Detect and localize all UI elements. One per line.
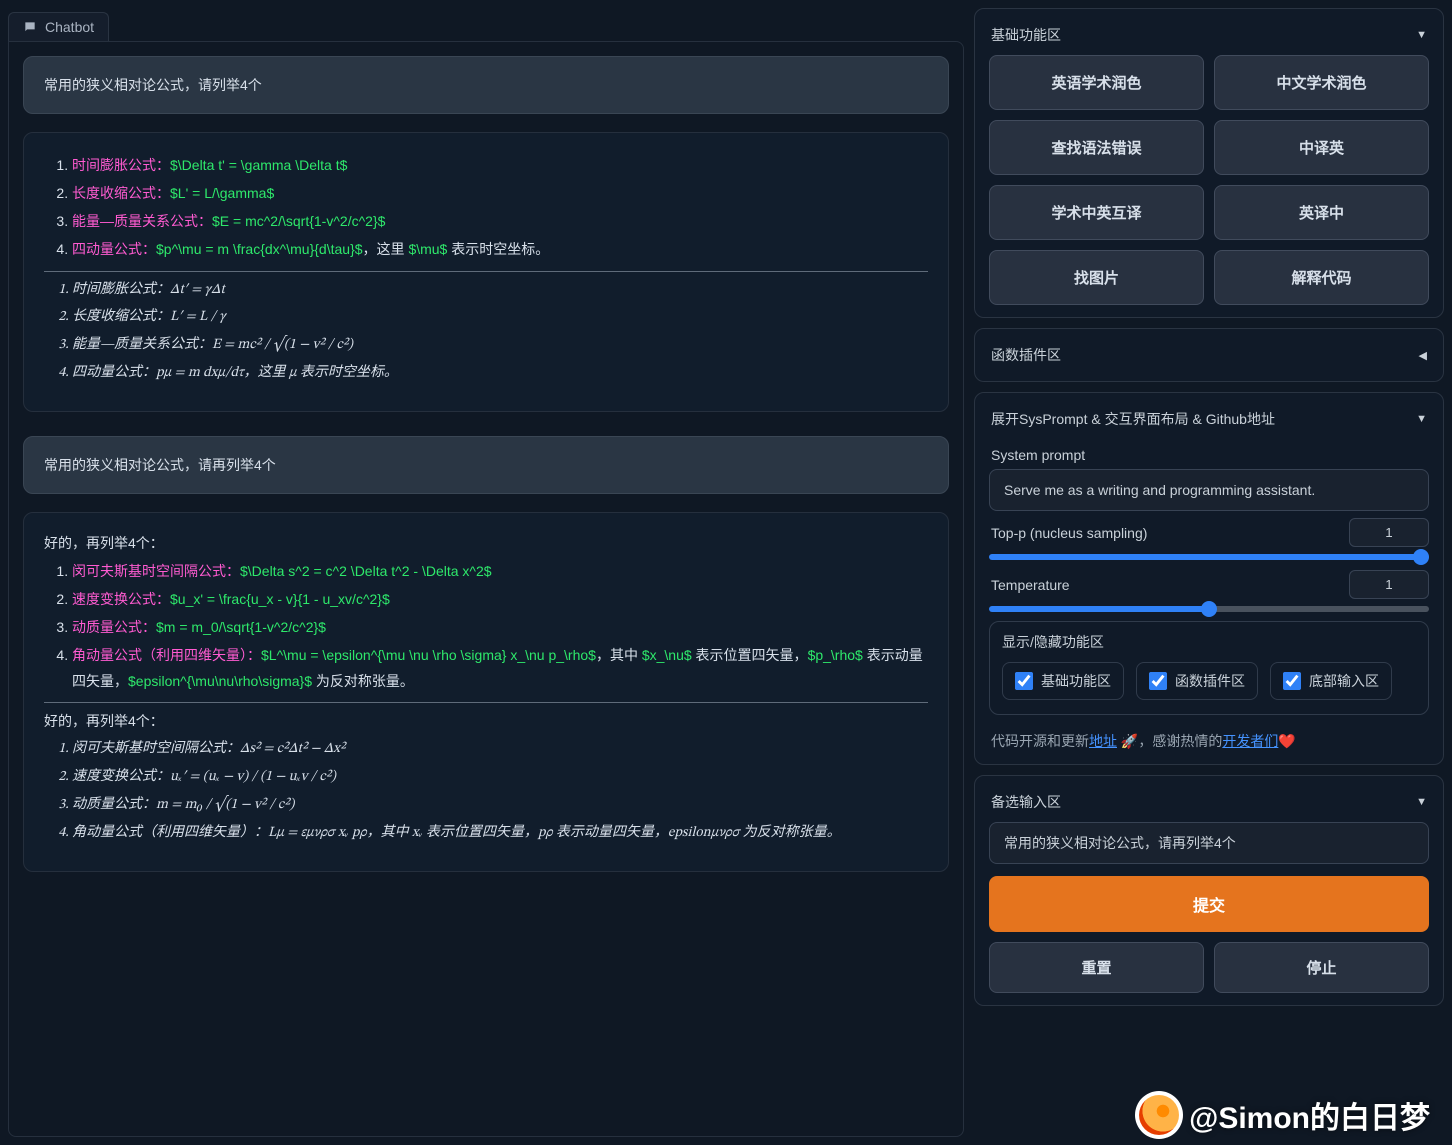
panel-basic: 基础功能区 英语学术润色 中文学术润色 查找语法错误 中译英 学术中英互译 英译… (974, 8, 1444, 318)
sysprompt-input[interactable] (989, 469, 1429, 511)
panel-alt-input: 备选输入区 提交 重置 停止 (974, 775, 1444, 1006)
user-message: 常用的狭义相对论公式，请列举4个 (23, 56, 949, 114)
btn-en-to-zh[interactable]: 英译中 (1214, 185, 1429, 240)
alt-input-field[interactable] (989, 822, 1429, 864)
panel-expand-header[interactable]: 展开SysPrompt & 交互界面布局 & Github地址 (989, 405, 1429, 439)
panel-plugins: 函数插件区 (974, 328, 1444, 382)
btn-explain-code[interactable]: 解释代码 (1214, 250, 1429, 305)
chevron-down-icon (1416, 29, 1427, 41)
chat-scroll[interactable]: 常用的狭义相对论公式，请列举4个 时间膨胀公式：$\Delta t' = \ga… (8, 41, 964, 1137)
bot-message: 时间膨胀公式：$\Delta t' = \gamma \Delta t$ 长度收… (23, 132, 949, 412)
toggle-bottom-input[interactable]: 底部输入区 (1270, 662, 1392, 700)
chevron-down-icon (1416, 413, 1427, 425)
topp-value[interactable] (1349, 518, 1429, 547)
toggle-plugins-checkbox[interactable] (1149, 672, 1167, 690)
topp-label: Top-p (nucleus sampling) (991, 525, 1147, 541)
toggle-title: 显示/隐藏功能区 (1002, 632, 1416, 652)
toggle-plugins[interactable]: 函数插件区 (1136, 662, 1258, 700)
tab-chatbot[interactable]: Chatbot (8, 12, 109, 41)
btn-grammar-check[interactable]: 查找语法错误 (989, 120, 1204, 175)
chat-icon (23, 20, 37, 34)
chevron-down-icon (1416, 796, 1427, 808)
reset-button[interactable]: 重置 (989, 942, 1204, 993)
panel-expand: 展开SysPrompt & 交互界面布局 & Github地址 System p… (974, 392, 1444, 765)
chevron-left-icon (1419, 349, 1427, 362)
panel-alt-input-header[interactable]: 备选输入区 (989, 788, 1429, 822)
btn-english-polish[interactable]: 英语学术润色 (989, 55, 1204, 110)
temp-label: Temperature (991, 577, 1070, 593)
temp-value[interactable] (1349, 570, 1429, 599)
sysprompt-label: System prompt (991, 447, 1429, 463)
toggle-basic[interactable]: 基础功能区 (1002, 662, 1124, 700)
submit-button[interactable]: 提交 (989, 876, 1429, 932)
btn-academic-translate[interactable]: 学术中英互译 (989, 185, 1204, 240)
bot-message: 好的，再列举4个： 闵可夫斯基时空间隔公式：$\Delta s^2 = c^2 … (23, 512, 949, 872)
panel-plugins-header[interactable]: 函数插件区 (989, 341, 1429, 369)
stop-button[interactable]: 停止 (1214, 942, 1429, 993)
topp-slider[interactable] (989, 554, 1429, 560)
temp-slider[interactable] (989, 606, 1429, 612)
btn-zh-to-en[interactable]: 中译英 (1214, 120, 1429, 175)
tab-label: Chatbot (45, 19, 94, 35)
credits-link-repo[interactable]: 地址 (1089, 733, 1117, 749)
btn-chinese-polish[interactable]: 中文学术润色 (1214, 55, 1429, 110)
panel-basic-header[interactable]: 基础功能区 (989, 21, 1429, 55)
toggle-basic-checkbox[interactable] (1015, 672, 1033, 690)
credits-link-devs[interactable]: 开发者们 (1222, 733, 1278, 749)
user-message: 常用的狭义相对论公式，请再列举4个 (23, 436, 949, 494)
credits-text: 代码开源和更新地址 🚀，感谢热情的开发者们❤️ (989, 731, 1429, 752)
btn-find-image[interactable]: 找图片 (989, 250, 1204, 305)
toggle-bottom-input-checkbox[interactable] (1283, 672, 1301, 690)
